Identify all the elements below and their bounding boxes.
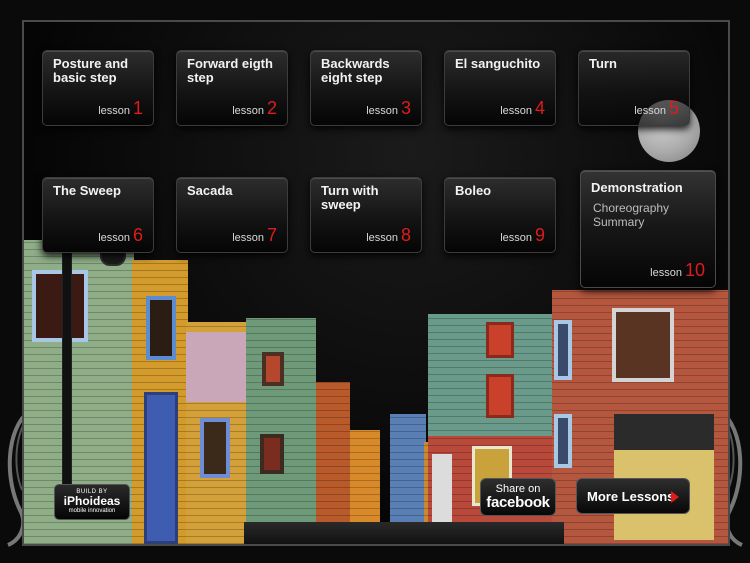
lesson-tile-3[interactable]: Backwards eight step lesson 3 <box>310 50 422 126</box>
facebook-label: facebook <box>486 494 550 511</box>
developer-badge[interactable]: BUILD BY iPhoideas mobile innovation <box>54 484 130 520</box>
play-arrow-icon <box>671 491 679 503</box>
street-lamp-post <box>62 240 72 520</box>
lesson-subtitle-summary: Summary <box>593 215 645 229</box>
lesson-number-label: lesson 8 <box>366 225 411 245</box>
lesson-number-label: lesson 10 <box>650 260 705 280</box>
lesson-number-label: lesson 3 <box>366 98 411 118</box>
lesson-number-label: lesson 5 <box>634 98 679 118</box>
lesson-tile-7[interactable]: Sacada lesson 7 <box>176 177 288 253</box>
lesson-title: Posture and basic step <box>53 56 129 85</box>
more-lessons-button[interactable]: More Lessons <box>576 478 690 514</box>
lesson-tile-6[interactable]: The Sweep lesson 6 <box>42 177 154 253</box>
lesson-title: Turn <box>589 56 617 71</box>
lesson-tile-8[interactable]: Turn with sweep lesson 8 <box>310 177 422 253</box>
lesson-title: El sanguchito <box>455 56 541 71</box>
lesson-number-label: lesson 4 <box>500 98 545 118</box>
lesson-subtitle-choreography: Choreography <box>593 201 670 215</box>
lesson-number-label: lesson 9 <box>500 225 545 245</box>
lesson-tile-9[interactable]: Boleo lesson 9 <box>444 177 556 253</box>
lesson-tile-10[interactable]: Demonstration Choreography Summary lesso… <box>580 170 716 288</box>
lesson-number-label: lesson 7 <box>232 225 277 245</box>
lesson-tile-1[interactable]: Posture and basic step lesson 1 <box>42 50 154 126</box>
lesson-number-label: lesson 1 <box>98 98 143 118</box>
lesson-title: Sacada <box>187 183 233 198</box>
badge-company: iPhoideas <box>63 494 121 508</box>
lesson-tile-4[interactable]: El sanguchito lesson 4 <box>444 50 556 126</box>
lesson-title: Forward eigth step <box>187 56 273 85</box>
lesson-title: Backwards eight step <box>321 56 390 85</box>
lesson-title: Boleo <box>455 183 492 198</box>
app-background: Posture and basic step lesson 1 Forward e… <box>0 0 750 563</box>
lesson-tile-2[interactable]: Forward eigth step lesson 2 <box>176 50 288 126</box>
share-facebook-button[interactable]: Share on facebook <box>480 478 556 516</box>
badge-tagline: mobile innovation <box>68 508 116 514</box>
lesson-title: Turn with sweep <box>321 183 379 212</box>
lesson-number-label: lesson 2 <box>232 98 277 118</box>
more-lessons-label: More Lessons <box>587 489 675 504</box>
lesson-number-label: lesson 6 <box>98 225 143 245</box>
lesson-title: The Sweep <box>53 183 121 198</box>
lesson-title: Demonstration <box>591 180 683 195</box>
lesson-tile-5[interactable]: Turn lesson 5 <box>578 50 690 126</box>
